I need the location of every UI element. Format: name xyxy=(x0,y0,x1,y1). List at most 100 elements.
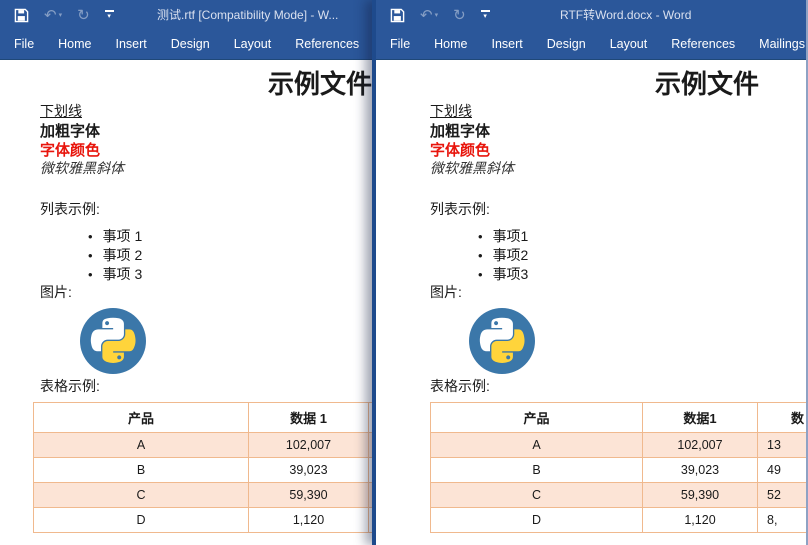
tab-mailings[interactable]: Mailings xyxy=(747,30,806,59)
ribbon-tab-bar: File Home Insert Design Layout Reference… xyxy=(0,30,377,60)
table-cell[interactable]: A xyxy=(33,432,249,458)
list-item[interactable]: • 事项 1 xyxy=(88,226,142,246)
tab-file[interactable]: File xyxy=(2,30,46,59)
table-cell[interactable]: A xyxy=(430,432,643,458)
list-item[interactable]: • 事项 3 xyxy=(88,264,142,284)
list-section-label[interactable]: 列表示例: xyxy=(430,199,490,219)
bullet-icon: • xyxy=(88,229,93,244)
image-section-label[interactable]: 图片: xyxy=(40,282,72,302)
data-table[interactable]: 产品 数据1 数 A 102,007 13 B 39,023 49 C 59,3… xyxy=(430,402,806,533)
table-cell[interactable]: C xyxy=(33,482,249,508)
list-item[interactable]: • 事项2 xyxy=(478,245,528,265)
undo-icon[interactable]: ↶ ▾ xyxy=(44,7,63,23)
document-canvas[interactable]: 示例文件 下划线 加粗字体 字体颜色 微软雅黑斜体 列表示例: • 事项1 • 事项… xyxy=(376,60,806,545)
underlined-text[interactable]: 下划线 xyxy=(430,101,472,121)
tab-design[interactable]: Design xyxy=(159,30,222,59)
tab-layout[interactable]: Layout xyxy=(598,30,660,59)
table-row: A 102,007 xyxy=(33,432,377,458)
italic-text[interactable]: 微软雅黑斜体 xyxy=(40,158,124,178)
table-row: B 39,023 49 xyxy=(430,457,806,483)
table-header-row: 产品 数据1 数 xyxy=(430,402,806,433)
table-header-cell[interactable]: 数据1 xyxy=(642,402,758,433)
bullet-icon: • xyxy=(478,229,483,244)
save-icon[interactable] xyxy=(14,8,29,23)
table-cell[interactable]: 39,023 xyxy=(248,457,369,483)
python-logo-image[interactable] xyxy=(80,308,146,374)
table-row: C 59,390 52 xyxy=(430,482,806,508)
table-header-row: 产品 数据 1 xyxy=(33,402,377,433)
table-cell[interactable]: 59,390 xyxy=(642,482,758,508)
table-row: A 102,007 13 xyxy=(430,432,806,458)
table-cell[interactable]: 13 xyxy=(757,432,806,458)
table-section-label[interactable]: 表格示例: xyxy=(430,376,490,396)
customize-qat-icon[interactable]: ▾ xyxy=(104,10,114,20)
customize-qat-icon[interactable]: ▾ xyxy=(480,10,490,20)
redo-icon[interactable]: ↻ xyxy=(453,7,466,23)
table-row: C 59,390 xyxy=(33,482,377,508)
undo-dropdown-caret-icon[interactable]: ▾ xyxy=(59,11,63,19)
table-cell[interactable]: D xyxy=(33,507,249,533)
table-cell[interactable]: 49 xyxy=(757,457,806,483)
table-cell[interactable]: 1,120 xyxy=(248,507,369,533)
table-cell[interactable]: D xyxy=(430,507,643,533)
tab-design[interactable]: Design xyxy=(535,30,598,59)
table-section-label[interactable]: 表格示例: xyxy=(40,376,100,396)
table-row: D 1,120 8, xyxy=(430,507,806,533)
bold-text[interactable]: 加粗字体 xyxy=(430,120,490,141)
colored-text[interactable]: 字体颜色 xyxy=(40,139,100,160)
bullet-icon: • xyxy=(478,248,483,263)
document-canvas[interactable]: 示例文件 下划线 加粗字体 字体颜色 微软雅黑斜体 列表示例: • 事项 1 • 事… xyxy=(0,60,377,545)
table-cell[interactable]: 102,007 xyxy=(642,432,758,458)
save-icon[interactable] xyxy=(390,8,405,23)
table-row: B 39,023 xyxy=(33,457,377,483)
table-header-cell[interactable]: 数据 1 xyxy=(248,402,369,433)
window-title: RTF转Word.docx - Word xyxy=(560,8,692,22)
table-cell[interactable]: 102,007 xyxy=(248,432,369,458)
tab-insert[interactable]: Insert xyxy=(480,30,535,59)
italic-text[interactable]: 微软雅黑斜体 xyxy=(430,158,514,178)
table-header-cell[interactable]: 数 xyxy=(757,402,806,433)
tab-references[interactable]: References xyxy=(283,30,371,59)
python-logo-image[interactable] xyxy=(469,308,535,374)
doc-heading[interactable]: 示例文件 xyxy=(268,64,372,101)
tab-insert[interactable]: Insert xyxy=(104,30,159,59)
underlined-text[interactable]: 下划线 xyxy=(40,101,82,121)
tab-home[interactable]: Home xyxy=(46,30,103,59)
undo-icon[interactable]: ↶ ▾ xyxy=(420,7,439,23)
quick-access-toolbar: ↶ ▾ ↻ ▾ xyxy=(14,0,114,30)
screen: ↶ ▾ ↻ ▾ 测试.rtf [Compatibility Mode] - W..… xyxy=(0,0,808,545)
tab-home[interactable]: Home xyxy=(422,30,479,59)
titlebar: ↶ ▾ ↻ ▾ 测试.rtf [Compatibility Mode] - W..… xyxy=(0,0,377,30)
table-cell[interactable]: 39,023 xyxy=(642,457,758,483)
undo-dropdown-caret-icon[interactable]: ▾ xyxy=(435,11,439,19)
redo-icon[interactable]: ↻ xyxy=(77,7,90,23)
list-item[interactable]: • 事项 2 xyxy=(88,245,142,265)
colored-text[interactable]: 字体颜色 xyxy=(430,139,490,160)
table-header-cell[interactable]: 产品 xyxy=(33,402,249,433)
list-item[interactable]: • 事项3 xyxy=(478,264,528,284)
table-cell[interactable]: B xyxy=(33,457,249,483)
tab-references[interactable]: References xyxy=(659,30,747,59)
table-cell[interactable]: 59,390 xyxy=(248,482,369,508)
doc-heading[interactable]: 示例文件 xyxy=(655,64,759,101)
titlebar: ↶ ▾ ↻ ▾ RTF转Word.docx - Word xyxy=(376,0,806,30)
tab-file[interactable]: File xyxy=(378,30,422,59)
word-window-rtf: ↶ ▾ ↻ ▾ 测试.rtf [Compatibility Mode] - W..… xyxy=(0,0,377,545)
list-section-label[interactable]: 列表示例: xyxy=(40,199,100,219)
table-cell[interactable]: C xyxy=(430,482,643,508)
bold-text[interactable]: 加粗字体 xyxy=(40,120,100,141)
word-window-docx: ↶ ▾ ↻ ▾ RTF转Word.docx - Word File Home In… xyxy=(372,0,808,545)
table-header-cell[interactable]: 产品 xyxy=(430,402,643,433)
bullet-icon: • xyxy=(478,267,483,282)
tab-layout[interactable]: Layout xyxy=(222,30,284,59)
table-cell[interactable]: 8, xyxy=(757,507,806,533)
data-table[interactable]: 产品 数据 1 A 102,007 B 39,023 C 59,390 D 1,… xyxy=(33,402,377,533)
table-cell[interactable]: 1,120 xyxy=(642,507,758,533)
table-row: D 1,120 xyxy=(33,507,377,533)
list-item[interactable]: • 事项1 xyxy=(478,226,528,246)
table-cell[interactable]: 52 xyxy=(757,482,806,508)
image-section-label[interactable]: 图片: xyxy=(430,282,462,302)
bullet-icon: • xyxy=(88,267,93,282)
table-cell[interactable]: B xyxy=(430,457,643,483)
ribbon-tab-bar: File Home Insert Design Layout Reference… xyxy=(376,30,806,60)
